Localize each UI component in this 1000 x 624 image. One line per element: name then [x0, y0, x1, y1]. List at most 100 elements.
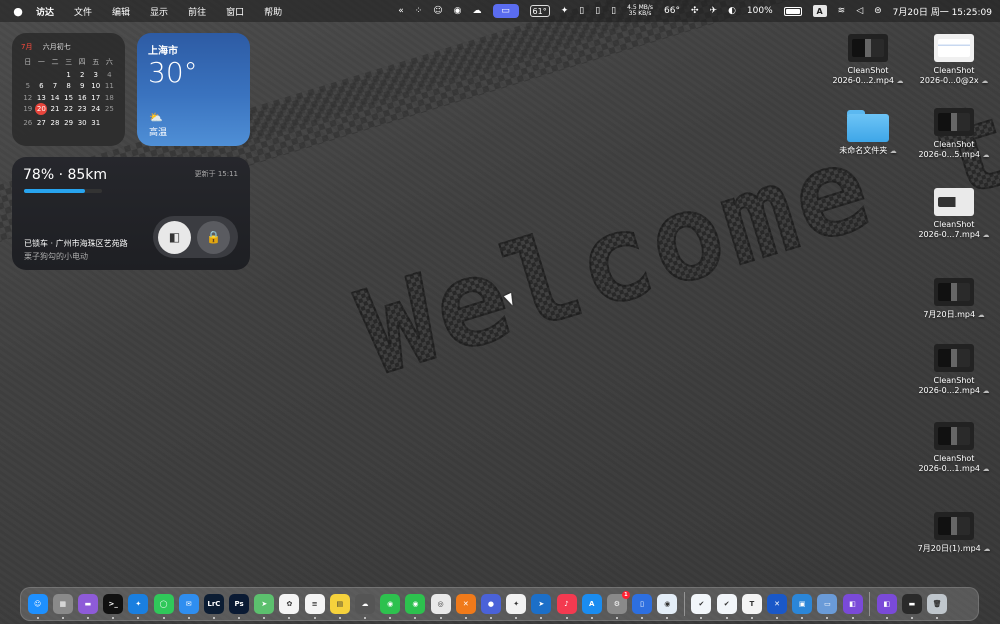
- dock-app-screen-icon[interactable]: ▬: [901, 594, 922, 619]
- menu-go[interactable]: 前往: [188, 5, 206, 18]
- ev-status-widget[interactable]: 78% · 85km 更新于 15:11 已锁车 · 广州市海珠区艺苑路 栗子狗…: [12, 157, 250, 270]
- calendar-day: 12: [23, 93, 33, 102]
- pin-icon[interactable]: ✈: [710, 6, 718, 16]
- menu-help[interactable]: 帮助: [264, 5, 282, 18]
- chevron-left-double-icon[interactable]: «: [398, 6, 404, 16]
- control-center-icon[interactable]: ⊜: [874, 6, 882, 16]
- menu-view[interactable]: 显示: [150, 5, 168, 18]
- focus-icon[interactable]: ◐: [728, 6, 736, 16]
- dock-typora-icon[interactable]: T: [741, 594, 762, 619]
- disk-gauge-icon[interactable]: ▯: [611, 6, 616, 16]
- temperature-badge[interactable]: 61°: [529, 5, 550, 17]
- dock-app-x-blue-icon[interactable]: ✕: [767, 594, 788, 619]
- dock-photos-icon[interactable]: ✿: [279, 594, 300, 619]
- dock-running-indicator: [137, 617, 140, 619]
- desktop-file[interactable]: CleanShot 2026-0...2.mp4 ☁: [828, 34, 908, 86]
- desktop-file[interactable]: CleanShot 2026-0...7.mp4 ☁: [914, 188, 994, 240]
- lock-button[interactable]: 🔒: [197, 220, 230, 254]
- dock-notes-icon[interactable]: ▤: [329, 594, 350, 619]
- desktop-file[interactable]: 7月20日(1).mp4 ☁: [914, 500, 994, 554]
- dock-reminders-icon[interactable]: ≡: [304, 594, 325, 619]
- dock-running-indicator: [615, 617, 618, 619]
- dock-app-bird-1-icon[interactable]: ✔: [691, 594, 712, 619]
- file-thumbnail-icon: [934, 512, 974, 540]
- dock-lightroom-icon[interactable]: LrC: [203, 594, 224, 619]
- dock-separator: [869, 592, 871, 616]
- apple-icon[interactable]: ●: [12, 5, 24, 18]
- dock-terminal-icon[interactable]: >_: [103, 594, 124, 619]
- dock-wechat-work-icon[interactable]: ◉: [405, 594, 426, 619]
- desktop-file[interactable]: CleanShot 2026-0...5.mp4 ☁: [914, 108, 994, 160]
- calendar-widget[interactable]: 7月 六月初七 日一二三四五六 1 2 3 4 5 6 7 8 9 10 11 12 13 14 15 16 17…: [12, 33, 125, 146]
- grid-dots-icon[interactable]: ⁘: [415, 6, 423, 16]
- mascot-icon[interactable]: ☺: [433, 6, 442, 16]
- file-name-line1: CleanShot: [933, 220, 975, 229]
- screen-share-icon[interactable]: ▭: [492, 4, 519, 18]
- dock-messages-icon[interactable]: ◯: [153, 594, 174, 619]
- dock-music-icon[interactable]: ♪: [556, 594, 577, 619]
- menu-clock[interactable]: 7月20日 周一 15:25:09: [893, 5, 992, 18]
- menu-window[interactable]: 窗口: [226, 5, 244, 18]
- sparkle-icon[interactable]: ✦: [561, 6, 569, 16]
- dock-app-device-icon[interactable]: ▯: [632, 594, 653, 619]
- dock-app-purple-icon[interactable]: ▬: [77, 594, 98, 619]
- dock-mail-icon[interactable]: ✉: [178, 594, 199, 619]
- calendar-day: 22: [64, 105, 74, 113]
- menu-file[interactable]: 文件: [74, 5, 92, 18]
- dock-app-bird-2-icon[interactable]: ✔: [716, 594, 737, 619]
- dock-photoshop-icon[interactable]: Ps: [229, 594, 250, 619]
- dock-running-indicator: [187, 617, 190, 619]
- input-method-icon[interactable]: A: [812, 5, 827, 17]
- icloud-icon: ☁: [977, 311, 985, 319]
- calendar-day: 7: [52, 82, 58, 90]
- desktop-file[interactable]: CleanShot 2026-0...0@2x ☁: [914, 34, 994, 86]
- cloud-icon[interactable]: ☁: [473, 6, 482, 16]
- fan-icon[interactable]: ✣: [691, 6, 699, 16]
- dock-running-indicator: [851, 617, 854, 619]
- dock-chrome-icon[interactable]: ◎: [430, 594, 451, 619]
- dock-app-orange-icon[interactable]: ✕: [455, 594, 476, 619]
- record-stop-icon[interactable]: ◉: [454, 6, 462, 16]
- gpu-gauge-icon[interactable]: ▯: [595, 6, 600, 16]
- calendar-day: 25: [104, 105, 114, 113]
- file-name-line2: 2026-0...2.mp4 ☁: [914, 386, 994, 396]
- dock-running-indicator: [700, 617, 703, 619]
- dock-finder-icon[interactable]: ☺: [27, 594, 48, 619]
- desktop-file[interactable]: 7月20日.mp4 ☁: [914, 266, 994, 320]
- calendar-day: 26: [23, 118, 33, 127]
- dock-running-indicator: [936, 617, 939, 619]
- headlight-button[interactable]: ◧: [158, 220, 191, 254]
- dock-launchpad-icon[interactable]: ▦: [52, 594, 73, 619]
- dock-app-store-icon[interactable]: A: [581, 594, 602, 619]
- desktop-folder[interactable]: 未命名文件夹 ☁: [828, 108, 908, 156]
- desktop-file[interactable]: CleanShot 2026-0...2.mp4 ☁: [914, 344, 994, 396]
- menu-finder[interactable]: 访达: [36, 5, 54, 18]
- dock-safari-icon[interactable]: ✦: [128, 594, 149, 619]
- dock-app-eye-icon[interactable]: ◉: [657, 594, 678, 619]
- file-name-line1: CleanShot: [933, 376, 975, 385]
- file-name-text: 7月20日.mp4: [923, 310, 976, 319]
- network-speed[interactable]: 4.5 MB/s 35 KB/s: [627, 5, 653, 17]
- dock-wechat-icon[interactable]: ◉: [380, 594, 401, 619]
- dock-trash-icon[interactable]: 🗑: [927, 594, 948, 619]
- weather-widget[interactable]: 上海市 30° ⛅ 高温: [137, 33, 250, 146]
- dock-telegram-icon[interactable]: ➤: [531, 594, 552, 619]
- dock-app-star-icon[interactable]: ✦: [506, 594, 527, 619]
- dock-app-purple-2-icon[interactable]: ◧: [842, 594, 863, 619]
- battery-icon[interactable]: [783, 6, 802, 16]
- dock-app-blue-circle-icon[interactable]: ●: [480, 594, 501, 619]
- wifi-icon[interactable]: ≋: [838, 6, 846, 16]
- memory-gauge-icon[interactable]: ▯: [579, 6, 584, 16]
- desktop-file[interactable]: CleanShot 2026-0...1.mp4 ☁: [914, 422, 994, 474]
- dock-maps-icon[interactable]: ➤: [254, 594, 275, 619]
- menu-edit[interactable]: 编辑: [112, 5, 130, 18]
- dock-app-window-icon[interactable]: ▭: [817, 594, 838, 619]
- dock-cloud-app-icon[interactable]: ☁: [355, 594, 376, 619]
- dock-app-purple-3-icon[interactable]: ◧: [876, 594, 897, 619]
- cpu-temperature[interactable]: 66°: [664, 6, 680, 16]
- dock-system-settings-icon[interactable]: ⚙ 1: [606, 591, 630, 619]
- battery-percent[interactable]: 100%: [747, 6, 773, 16]
- mute-icon[interactable]: ◁: [856, 6, 863, 16]
- dock-running-indicator: [439, 617, 442, 619]
- dock-app-box-icon[interactable]: ▣: [792, 594, 813, 619]
